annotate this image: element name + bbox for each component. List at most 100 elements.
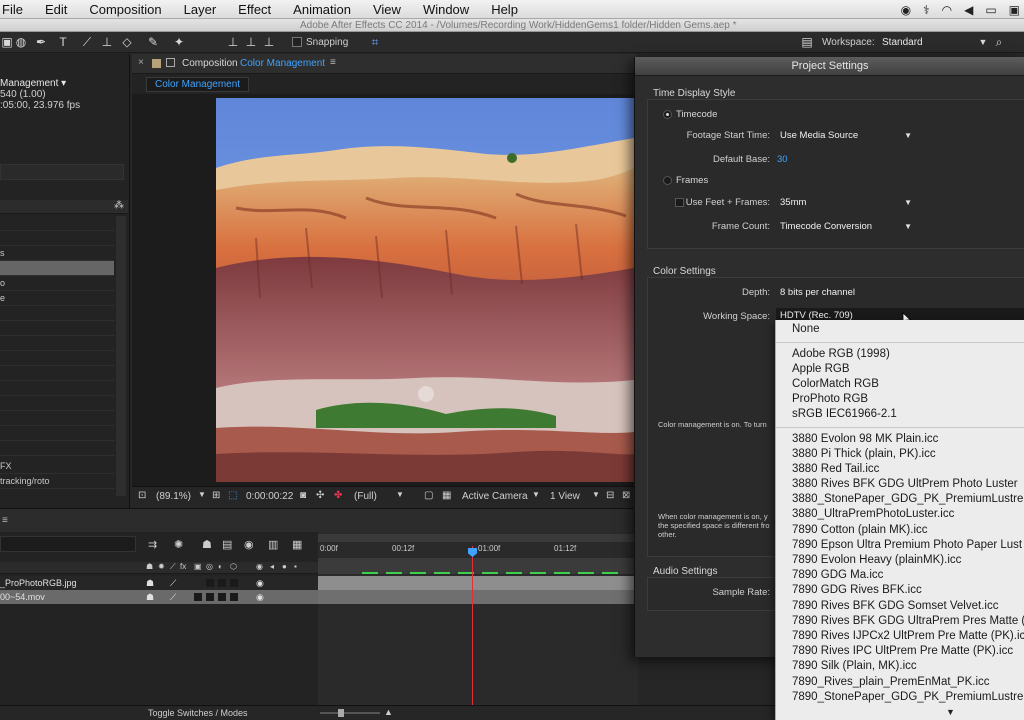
composition-image[interactable] [216, 98, 634, 482]
depth-select[interactable]: 8 bits per channel [776, 285, 1024, 300]
menu-view[interactable]: View [373, 2, 401, 17]
table-row[interactable]: _ProPhotoRGB.jpg ☗ ⟋ ◉ [0, 576, 318, 590]
menu-item[interactable]: Apple RGB [792, 362, 850, 377]
menu-item[interactable]: ProPhoto RGB [792, 392, 868, 407]
switch-box[interactable] [230, 579, 238, 587]
switch-box[interactable] [218, 579, 226, 587]
menu-effect[interactable]: Effect [238, 2, 271, 17]
list-item[interactable]: tracking/roto [0, 474, 114, 489]
quality-layer-icon[interactable]: ⟋ [170, 590, 176, 604]
timeline-tracks[interactable]: 0:00f 00:12f 01:00f 01:12f [318, 532, 638, 710]
tab-color-management[interactable]: Color Management [146, 77, 250, 92]
zoom-select[interactable]: (89.1%) [156, 491, 191, 502]
menu-item[interactable]: 7890 Rives BFK GDG Somset Velvet.icc [792, 599, 998, 614]
snapshot-icon[interactable]: ◙ [300, 490, 306, 501]
display-icon[interactable]: ▣ [1009, 3, 1020, 17]
switch-box[interactable] [194, 593, 202, 601]
list-item[interactable] [0, 396, 114, 411]
workspace-chevron-icon[interactable]: ▼ [976, 35, 990, 49]
menu-item[interactable]: None [792, 322, 820, 337]
wifi-icon[interactable]: ◠ [942, 3, 952, 17]
menu-file[interactable]: File [2, 2, 23, 17]
creative-cloud-icon[interactable]: ◉ [901, 3, 911, 17]
motion-blur-icon[interactable]: ◉ [244, 538, 254, 551]
zoom-slider[interactable] [320, 712, 380, 714]
zoom-slider-thumb[interactable] [338, 709, 344, 717]
menu-item[interactable]: 3880 Evolon 98 MK Plain.icc [792, 432, 938, 447]
draft-3d-icon[interactable]: ✺ [174, 538, 183, 551]
flowchart-icon[interactable]: ⁂ [114, 200, 124, 211]
menu-item[interactable]: ColorMatch RGB [792, 377, 879, 392]
menu-item[interactable]: 7890 Rives IPC UltPrem Pre Matte (PK).ic… [792, 644, 1013, 659]
scroll-down-arrow-icon[interactable]: ▼ [946, 707, 955, 717]
menu-item[interactable]: Adobe RGB (1998) [792, 347, 890, 362]
menu-item[interactable]: 7890_StonePaper_GDG_PK_PremiumLustre. [792, 690, 1024, 705]
list-item[interactable] [0, 336, 114, 351]
show-snapshot-icon[interactable]: ✣ [316, 490, 324, 501]
menu-item[interactable]: 3880 Pi Thick (plain, PK).icc [792, 447, 936, 462]
eye-icon[interactable]: ◉ [256, 562, 263, 571]
list-item[interactable] [0, 426, 114, 441]
solo-dot-icon[interactable]: ● [282, 562, 287, 571]
battery-icon[interactable]: ▭ [985, 3, 996, 17]
menu-animation[interactable]: Animation [293, 2, 351, 17]
pan-behind-tool-icon[interactable]: ◍ [14, 35, 28, 49]
puppet-tool-icon[interactable]: ✦ [172, 35, 186, 49]
audio-icon[interactable]: ◂ [270, 562, 274, 571]
menu-composition[interactable]: Composition [89, 2, 161, 17]
layer-adjust-icon[interactable]: ◐ [218, 562, 223, 571]
title-safe-icon[interactable]: ⊞ [212, 490, 220, 501]
toggle-pixel-icon[interactable]: ⊟ [606, 490, 614, 501]
camera-chevron-icon[interactable]: ▼ [532, 490, 540, 499]
reset-exposure-icon[interactable]: ⊠ [622, 490, 630, 501]
panel-menu-icon[interactable]: ≡ [2, 515, 8, 526]
menu-item[interactable]: 7890 Epson Ultra Premium Photo Paper Lus… [792, 538, 1022, 553]
eraser-tool-icon[interactable]: ◇ [120, 35, 134, 49]
composition-viewer[interactable] [132, 94, 637, 486]
menu-layer[interactable]: Layer [184, 2, 217, 17]
project-search-input[interactable] [0, 164, 124, 180]
3d-layer-icon[interactable]: ⬡ [230, 562, 237, 571]
list-item[interactable]: s [0, 246, 114, 261]
menu-item[interactable]: 3880_UltraPremPhotoLuster.icc [792, 507, 954, 522]
current-time[interactable]: 0:00:00:22 [246, 491, 293, 502]
menu-item[interactable]: 3880_StonePaper_GDG_PK_PremiumLustre. [792, 492, 1024, 507]
views-select[interactable]: 1 View [550, 491, 580, 502]
work-area-bar[interactable] [318, 534, 638, 542]
menu-help[interactable]: Help [491, 2, 518, 17]
zoom-chevron-icon[interactable]: ▼ [198, 490, 206, 499]
type-tool-icon[interactable]: T [56, 35, 70, 49]
list-item[interactable] [0, 261, 114, 276]
shy-icon[interactable]: ☗ [202, 538, 212, 551]
quality-icon[interactable]: ✹ [158, 562, 165, 571]
zoom-in-icon[interactable]: ▲ [384, 707, 393, 717]
shy-layer-icon[interactable]: ☗ [146, 590, 154, 604]
camera-select[interactable]: Active Camera [462, 491, 528, 502]
solo-icon[interactable]: ☗ [146, 562, 153, 571]
visibility-eye-icon[interactable]: ◉ [256, 576, 264, 590]
timeline-search-input[interactable] [0, 536, 136, 552]
local-axis-icon[interactable]: ⊥ [226, 35, 240, 49]
effects-icon[interactable]: fx [180, 562, 186, 571]
volume-icon[interactable]: ◀ [964, 3, 973, 17]
list-item[interactable] [0, 231, 114, 246]
brush-tool-icon[interactable]: ⟋ [80, 35, 94, 49]
adjustment-icon[interactable]: ▣ [194, 562, 202, 571]
workspace-select[interactable]: Standard [882, 37, 923, 48]
comp-header-name[interactable]: Color Management [240, 58, 325, 69]
table-row[interactable]: 00~54.mov ☗ ⟋ ◉ [0, 590, 318, 604]
frames-radio[interactable] [663, 176, 672, 185]
panel-menu-icon[interactable]: ≡ [330, 57, 336, 68]
region-of-interest-icon[interactable]: ▢ [424, 490, 433, 501]
quality-layer-icon[interactable]: ⟋ [170, 576, 176, 590]
menu-item[interactable]: 7890 GDG Ma.icc [792, 568, 883, 583]
menu-item[interactable]: 7890 Evolon Heavy (plainMK).icc [792, 553, 961, 568]
layer-bar[interactable] [318, 590, 638, 604]
layer-name[interactable]: 00~54.mov [0, 590, 45, 604]
snapping-checkbox[interactable] [292, 37, 302, 47]
view-axis-icon[interactable]: ⊥ [262, 35, 276, 49]
toggle-switches-modes-button[interactable]: Toggle Switches / Modes [148, 708, 248, 718]
list-item[interactable] [0, 216, 114, 231]
world-axis-icon[interactable]: ⊥ [244, 35, 258, 49]
views-chevron-icon[interactable]: ▼ [592, 490, 600, 499]
